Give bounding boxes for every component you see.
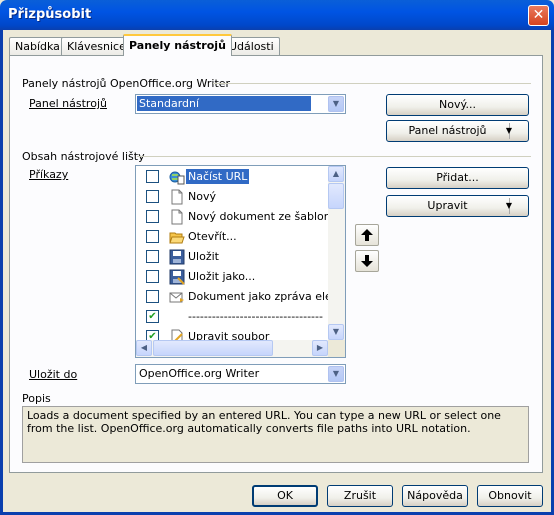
list-item-label: Dokument jako zpráva elektro bbox=[188, 290, 346, 303]
description-box: Loads a document specified by an entered… bbox=[22, 406, 529, 463]
list-item-label: Nový dokument ze šablony bbox=[188, 210, 338, 223]
modify-button[interactable]: Upravit ▼ bbox=[386, 195, 529, 217]
list-item-label: Uložit jako... bbox=[188, 270, 256, 283]
checkbox[interactable] bbox=[146, 210, 159, 223]
horizontal-scrollbar[interactable]: ◀ ▶ bbox=[136, 340, 328, 357]
toolbar-select-value: Standardní bbox=[137, 96, 311, 111]
scroll-up-icon[interactable]: ▲ bbox=[328, 166, 344, 182]
group-separator bbox=[213, 83, 531, 84]
cancel-button[interactable]: Zrušit bbox=[327, 485, 393, 507]
list-item[interactable]: Dokument jako zpráva elektro bbox=[136, 287, 345, 307]
help-button[interactable]: Nápověda bbox=[402, 485, 468, 507]
window-frame-left bbox=[0, 30, 3, 515]
close-button[interactable]: ✕ bbox=[528, 5, 549, 26]
toolbar-select[interactable]: Standardní ▼ bbox=[135, 94, 346, 114]
toolbars-group-title: Panely nástrojů OpenOffice.org Writer bbox=[22, 77, 231, 90]
toolbar-menu-button[interactable]: Panel nástrojů ▼ bbox=[386, 120, 529, 142]
checkbox[interactable] bbox=[146, 170, 159, 183]
scroll-corner bbox=[328, 340, 345, 357]
save-in-value: OpenOffice.org Writer bbox=[139, 367, 260, 380]
group-separator bbox=[137, 156, 531, 157]
save-in-select[interactable]: OpenOffice.org Writer ▼ bbox=[135, 364, 346, 384]
add-command-button[interactable]: Přidat... bbox=[386, 167, 529, 189]
move-down-button[interactable] bbox=[355, 250, 379, 272]
save-icon bbox=[169, 249, 185, 265]
toolbar-label: Panel nástrojů bbox=[29, 97, 107, 110]
list-item[interactable]: Uložit jako... bbox=[136, 267, 328, 287]
content-group-title: Obsah nástrojové lišty bbox=[22, 150, 145, 163]
load-url-icon bbox=[169, 169, 185, 185]
tab-toolbars[interactable]: Panely nástrojů bbox=[123, 34, 232, 56]
checkbox[interactable] bbox=[146, 270, 159, 283]
list-item[interactable]: Nový dokument ze šablony bbox=[136, 207, 337, 227]
list-item-label: Načíst URL bbox=[186, 169, 250, 184]
checkbox[interactable]: ✔ bbox=[146, 310, 159, 323]
dropdown-arrow-icon[interactable]: ▼ bbox=[506, 198, 528, 214]
list-item[interactable]: Nový bbox=[136, 187, 328, 207]
list-item[interactable]: ✔ ---------------------------------- bbox=[136, 307, 328, 327]
email-document-icon bbox=[169, 289, 185, 305]
checkbox[interactable] bbox=[146, 290, 159, 303]
vertical-scrollbar[interactable]: ▲ ▼ bbox=[328, 166, 345, 340]
list-item[interactable]: Otevřít... bbox=[136, 227, 328, 247]
new-toolbar-button[interactable]: Nový... bbox=[386, 94, 529, 116]
toolbar-menu-label: Panel nástrojů bbox=[408, 124, 487, 137]
arrow-up-icon bbox=[361, 229, 373, 241]
ok-button[interactable]: OK bbox=[252, 485, 318, 507]
scroll-thumb[interactable] bbox=[328, 183, 344, 209]
move-up-button[interactable] bbox=[355, 224, 379, 246]
separator-item-label: ---------------------------------- bbox=[188, 310, 323, 323]
commands-label: Příkazy bbox=[29, 168, 69, 181]
commands-list[interactable]: Načíst URL Nový Nový dokument ze šablony… bbox=[135, 165, 346, 358]
tab-keyboard[interactable]: Klávesnice bbox=[61, 37, 132, 55]
list-item[interactable]: Načíst URL bbox=[136, 167, 328, 187]
description-label: Popis bbox=[22, 392, 51, 405]
reset-button[interactable]: Obnovit bbox=[477, 485, 543, 507]
scroll-thumb[interactable] bbox=[153, 340, 273, 356]
window-title: Přizpůsobit bbox=[8, 7, 92, 22]
chevron-down-icon[interactable]: ▼ bbox=[328, 96, 344, 112]
arrow-down-icon bbox=[361, 255, 373, 267]
chevron-down-icon[interactable]: ▼ bbox=[328, 366, 344, 382]
save-in-label: Uložit do bbox=[29, 368, 78, 381]
checkbox[interactable] bbox=[146, 230, 159, 243]
checkbox[interactable] bbox=[146, 250, 159, 263]
new-from-template-icon bbox=[169, 209, 185, 225]
dropdown-arrow-icon[interactable]: ▼ bbox=[506, 123, 528, 139]
scroll-down-icon[interactable]: ▼ bbox=[328, 324, 344, 340]
checkbox[interactable] bbox=[146, 190, 159, 203]
list-item-label: Otevřít... bbox=[188, 230, 237, 243]
modify-label: Upravit bbox=[427, 199, 468, 212]
open-folder-icon bbox=[169, 229, 185, 245]
tab-menu[interactable]: Nabídka bbox=[9, 37, 66, 55]
new-document-icon bbox=[169, 189, 185, 205]
list-item-label: Uložit bbox=[188, 250, 219, 263]
save-as-icon bbox=[169, 269, 185, 285]
list-item[interactable]: Uložit bbox=[136, 247, 328, 267]
description-text: Loads a document specified by an entered… bbox=[27, 409, 501, 435]
scroll-left-icon[interactable]: ◀ bbox=[136, 340, 152, 356]
list-item-label: Nový bbox=[188, 190, 216, 203]
scroll-right-icon[interactable]: ▶ bbox=[312, 340, 328, 356]
